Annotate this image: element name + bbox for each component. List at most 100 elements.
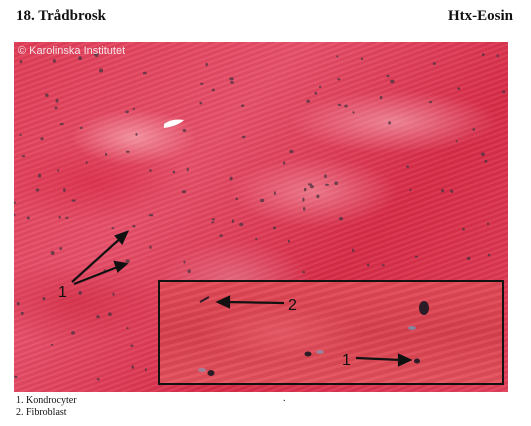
cell-nucleus [316, 194, 320, 199]
cell-nucleus [455, 140, 458, 143]
cell-nucleus [352, 111, 355, 114]
cell-nucleus [352, 248, 355, 253]
cell-nucleus [306, 99, 311, 103]
cell-nucleus [273, 191, 276, 196]
cell-nucleus [429, 101, 433, 104]
cell-nucleus [55, 98, 59, 103]
vessel-space [164, 119, 184, 128]
cell-nucleus [71, 331, 75, 335]
cell-nucleus [40, 137, 44, 141]
cell-nucleus [148, 214, 152, 217]
cell-nucleus [381, 264, 385, 267]
cell-nucleus [487, 222, 489, 226]
cell-nucleus [472, 128, 476, 131]
cell-nucleus [231, 219, 234, 224]
cell-nucleus [105, 152, 107, 156]
arrowhead-2 [215, 295, 231, 309]
cell-nucleus [59, 247, 63, 250]
cell-nucleus [35, 188, 40, 192]
cell-nucleus [38, 173, 42, 178]
cell-nucleus [502, 90, 506, 94]
cell-nucleus [51, 343, 54, 346]
inset-nucleus [207, 370, 215, 376]
cell-nucleus [324, 174, 327, 179]
cell-nucleus [314, 91, 318, 95]
cell-nucleus [211, 218, 216, 221]
cell-nucleus [144, 368, 147, 371]
cell-nucleus [182, 129, 187, 132]
cell-nucleus [406, 165, 410, 168]
cell-nucleus [239, 222, 244, 227]
cell-nucleus [287, 239, 290, 243]
cell-nucleus [414, 255, 418, 258]
cell-nucleus [96, 378, 100, 381]
cell-nucleus [131, 365, 135, 369]
cell-nucleus [229, 77, 234, 81]
cell-nucleus [14, 201, 16, 204]
cell-nucleus [42, 297, 46, 301]
cell-nucleus [457, 87, 461, 90]
cell-nucleus [325, 183, 329, 186]
page-title: 18. Trådbrosk [16, 8, 107, 24]
cell-nucleus [50, 251, 55, 255]
inset-nucleus-chondrocyte [414, 358, 420, 364]
cell-nucleus [432, 62, 436, 65]
cell-nucleus [125, 259, 130, 264]
inset-label-fibroblast: 2 [288, 297, 297, 314]
cell-nucleus [481, 53, 485, 56]
cell-nucleus [319, 85, 322, 89]
cell-nucleus [111, 227, 115, 230]
cell-nucleus [98, 68, 104, 73]
cell-nucleus [183, 260, 186, 264]
cell-nucleus [78, 290, 82, 295]
arrow-1-inset [355, 356, 403, 362]
stray-mark: . [283, 393, 286, 404]
cell-nucleus [149, 169, 152, 172]
micrograph-image: 1 2 1 © Karolinska Institutet [14, 42, 508, 392]
inset-arrows [215, 295, 413, 367]
cell-nucleus [187, 269, 191, 273]
cell-nucleus [496, 54, 499, 58]
cell-nucleus [108, 312, 112, 317]
cell-nucleus [19, 60, 23, 64]
cell-nucleus [172, 170, 176, 174]
inset-label-chondrocyte: 1 [342, 352, 351, 369]
arrow-2 [225, 300, 285, 305]
cell-nucleus [26, 216, 30, 220]
cell-nucleus [65, 216, 69, 219]
cell-nucleus [272, 226, 277, 230]
cell-nucleus [219, 234, 223, 237]
inset-nucleus [304, 351, 312, 357]
cell-nucleus [52, 59, 57, 63]
cell-nucleus [142, 71, 147, 75]
cell-nucleus [386, 74, 390, 78]
copyright-notice: © Karolinska Institutet [18, 45, 126, 57]
cell-nucleus [336, 55, 339, 58]
cell-nucleus [14, 375, 18, 379]
cell-nucleus [58, 215, 61, 219]
cell-nucleus [135, 133, 138, 136]
cell-nucleus [308, 183, 312, 186]
cell-nucleus [57, 169, 60, 172]
cell-nucleus [85, 161, 88, 164]
cell-nucleus [125, 110, 129, 114]
cell-nucleus [241, 135, 246, 139]
arrowhead-1-inset [397, 353, 413, 367]
cell-nucleus [132, 225, 136, 228]
cell-nucleus [205, 62, 208, 67]
cell-nucleus [360, 57, 364, 61]
cell-nucleus [462, 227, 465, 231]
cell-nucleus [344, 104, 348, 108]
cell-nucleus [484, 159, 488, 163]
cell-nucleus [19, 133, 22, 137]
cell-nucleus [229, 176, 233, 181]
cell-nucleus [260, 198, 265, 203]
cell-nucleus [20, 311, 24, 316]
cell-nucleus [96, 315, 100, 319]
cell-nucleus [235, 197, 238, 201]
cell-nucleus [366, 263, 370, 267]
cell-nucleus [229, 81, 235, 84]
cell-nucleus [63, 188, 66, 192]
cell-nucleus [16, 301, 20, 306]
cell-nucleus [302, 197, 305, 202]
